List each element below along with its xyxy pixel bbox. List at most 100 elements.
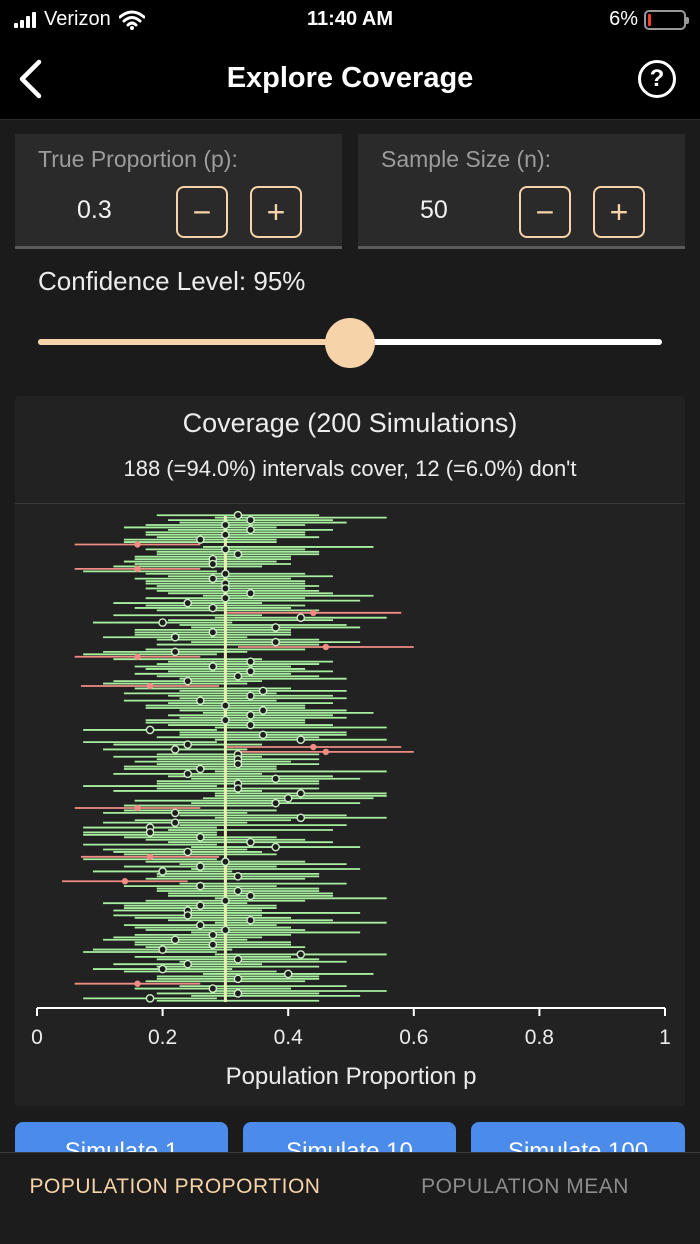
- battery-percent: 6%: [609, 8, 638, 30]
- miss-estimate-point: [310, 743, 317, 751]
- cover-estimate-point: [195, 535, 205, 544]
- cover-estimate-point: [183, 847, 193, 857]
- cover-estimate-point: [246, 837, 255, 847]
- slider-fill: [38, 339, 350, 345]
- cover-estimate-point: [195, 920, 205, 930]
- cover-estimate-point: [246, 691, 255, 701]
- miss-estimate-point: [322, 748, 330, 756]
- tab-population-mean[interactable]: POPULATION MEAN: [350, 1173, 700, 1200]
- cover-estimate-point: [258, 730, 268, 740]
- miss-estimate-point: [121, 878, 129, 885]
- tab-population-proportion[interactable]: POPULATION PROPORTION: [0, 1173, 350, 1200]
- cover-estimate-point: [246, 525, 255, 535]
- status-bar: Verizon 11:40 AM 6%: [0, 0, 700, 40]
- proportion-plus-button[interactable]: +: [250, 186, 302, 238]
- miss-estimate-point: [134, 804, 141, 812]
- cover-estimate-point: [296, 950, 306, 959]
- cover-estimate-point: [246, 588, 255, 598]
- miss-estimate-point: [134, 980, 141, 987]
- cover-estimate-point: [183, 598, 193, 608]
- cover-estimate-point: [183, 911, 193, 920]
- cover-estimate-point: [170, 808, 180, 818]
- cover-estimate-point: [233, 886, 243, 896]
- x-tick-label: 1: [659, 1026, 671, 1049]
- cover-estimate-point: [221, 715, 230, 725]
- confidence-slider[interactable]: [38, 316, 662, 368]
- miss-estimate-point: [146, 853, 154, 861]
- cover-estimate-point: [246, 710, 255, 720]
- cover-estimate-point: [195, 696, 205, 705]
- cover-estimate-point: [221, 569, 230, 579]
- sample-size-value: 50: [420, 196, 448, 224]
- page-title: Explore Coverage: [226, 62, 474, 94]
- sample-size-plus-button[interactable]: +: [593, 186, 645, 238]
- cover-estimate-point: [233, 872, 243, 881]
- true-proportion-box: True Proportion (p): 0.3 − +: [15, 134, 342, 249]
- cover-estimate-point: [170, 745, 180, 754]
- tab-bar: POPULATION PROPORTION POPULATION MEAN: [0, 1152, 700, 1244]
- sample-size-label: Sample Size (n):: [381, 146, 552, 172]
- miss-estimate-point: [310, 609, 317, 617]
- cover-estimate-point: [183, 959, 193, 969]
- cover-estimate-point: [233, 671, 243, 681]
- cover-estimate-point: [158, 964, 167, 974]
- cover-estimate-point: [208, 628, 218, 637]
- cover-estimate-point: [158, 945, 167, 954]
- x-tick-label: 0.2: [148, 1026, 177, 1049]
- status-time: 11:40 AM: [307, 8, 393, 30]
- cover-estimate-point: [246, 720, 255, 730]
- cover-estimate-point: [246, 657, 255, 666]
- cover-estimate-point: [221, 530, 230, 540]
- cover-estimate-point: [208, 603, 218, 613]
- back-button[interactable]: [8, 54, 52, 104]
- true-proportion-value: 0.3: [77, 196, 112, 224]
- cover-estimate-point: [271, 842, 280, 852]
- miss-estimate-point: [134, 565, 141, 573]
- miss-estimate-point: [146, 682, 154, 690]
- cover-estimate-point: [208, 930, 218, 940]
- cover-estimate-point: [233, 549, 243, 559]
- cover-estimate-point: [221, 520, 230, 530]
- x-axis-label: Population Proportion p: [226, 1063, 477, 1090]
- cover-estimate-point: [221, 545, 230, 554]
- cover-estimate-point: [145, 994, 155, 1003]
- cover-estimate-point: [271, 623, 280, 632]
- cover-estimate-point: [233, 784, 243, 793]
- coverage-plot: 0 0.2 0.4 0.6 0.8 1 Population Proportion p: [31, 510, 671, 1090]
- cover-estimate-point: [208, 984, 218, 993]
- cover-estimate-point: [208, 574, 218, 583]
- cover-estimate-point: [296, 789, 306, 798]
- confidence-level-label: Confidence Level: 95%: [38, 266, 306, 296]
- cover-estimate-point: [170, 632, 180, 642]
- slider-thumb[interactable]: [325, 318, 375, 368]
- sample-size-box: Sample Size (n): 50 − +: [358, 134, 685, 249]
- cover-estimate-point: [170, 935, 180, 945]
- x-tick-label: 0.6: [399, 1026, 428, 1049]
- cover-estimate-point: [271, 798, 280, 808]
- cover-estimate-point: [195, 832, 205, 842]
- cover-estimate-point: [233, 955, 243, 964]
- x-tick-label: 0.8: [525, 1026, 554, 1049]
- cover-estimate-point: [246, 915, 255, 925]
- cover-estimate-point: [246, 515, 255, 525]
- help-icon: ?: [649, 65, 665, 92]
- x-tick-label: 0: [31, 1026, 43, 1049]
- cover-estimate-point: [208, 662, 218, 671]
- sample-size-minus-button[interactable]: −: [519, 186, 571, 238]
- cover-estimate-point: [145, 828, 155, 837]
- cover-estimate-point: [208, 940, 218, 949]
- cover-estimate-point: [296, 813, 306, 823]
- cover-estimate-point: [271, 774, 280, 784]
- cover-estimate-point: [221, 701, 230, 710]
- help-button[interactable]: ?: [638, 60, 676, 98]
- cover-estimate-point: [258, 686, 268, 696]
- cover-estimate-point: [258, 706, 268, 715]
- cover-estimate-point: [158, 618, 167, 627]
- cover-estimate-point: [195, 764, 205, 774]
- cover-estimate-point: [183, 676, 193, 686]
- cover-estimate-point: [233, 989, 243, 998]
- cover-estimate-point: [145, 725, 155, 735]
- miss-estimate-point: [134, 653, 141, 660]
- cover-estimate-point: [233, 974, 243, 984]
- proportion-minus-button[interactable]: −: [176, 186, 228, 238]
